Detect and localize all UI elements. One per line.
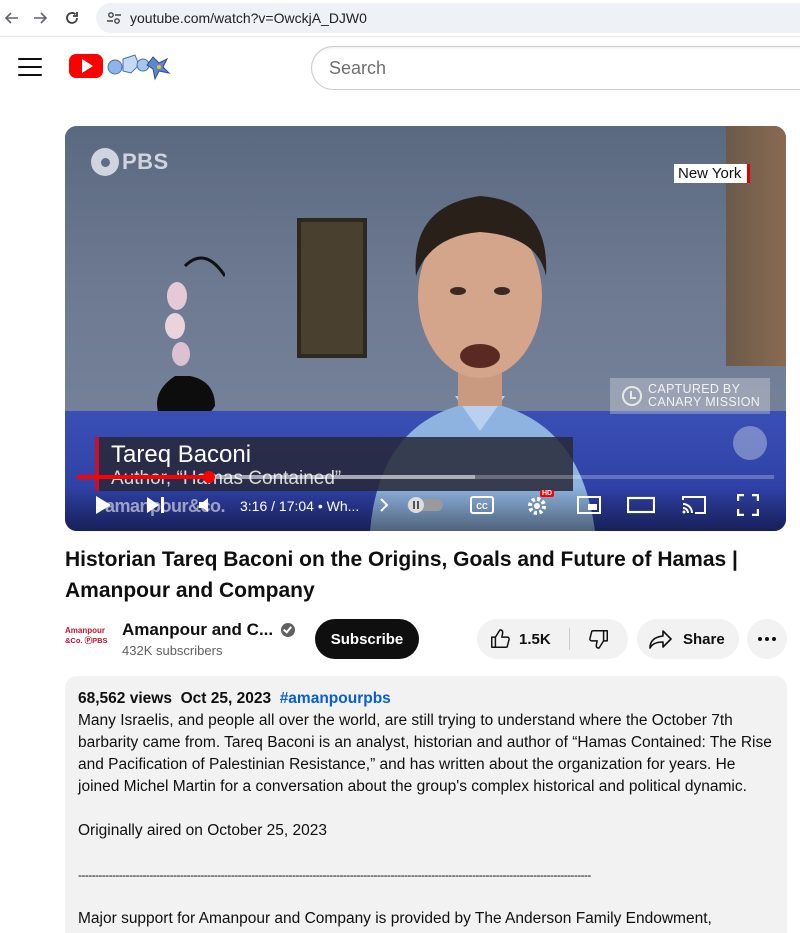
theater-mode-icon[interactable]	[626, 492, 656, 518]
channel-name[interactable]: Amanpour and C...	[122, 620, 296, 640]
share-button[interactable]: Share	[637, 619, 739, 659]
youtube-logo[interactable]	[69, 54, 103, 78]
pbs-logo: PBS	[91, 148, 169, 176]
description-box[interactable]: 68,562 views Oct 25, 2023 #amanpourpbs M…	[65, 676, 787, 933]
subscriber-count: 432K subscribers	[122, 643, 223, 658]
svg-text:CC: CC	[476, 502, 488, 511]
reload-icon[interactable]	[60, 6, 84, 30]
browser-toolbar: youtube.com/watch?v=OwckjA_DJW0	[0, 0, 800, 37]
back-icon[interactable]	[0, 6, 24, 30]
capture-badge: CAPTURED BY CANARY MISSION	[610, 378, 770, 414]
description-divider: ----------------------------------------…	[78, 868, 591, 882]
player-controls: amanpour&co. 3:16 / 17:04 • Wh... CC HD	[65, 486, 786, 531]
upload-date: Oct 25, 2023	[180, 690, 272, 707]
thumbs-down-icon	[589, 630, 608, 649]
video-background-art	[726, 126, 786, 366]
youtube-header: Search	[0, 37, 800, 99]
address-bar[interactable]: youtube.com/watch?v=OwckjA_DJW0	[96, 3, 800, 33]
subtitles-icon[interactable]: CC	[469, 492, 495, 518]
clock-icon	[622, 386, 642, 406]
video-player[interactable]: PBS New York CAPTURED BY CANARY MISSION …	[65, 126, 786, 531]
dislike-button[interactable]	[570, 619, 628, 659]
subscribe-button[interactable]: Subscribe	[315, 619, 419, 659]
url-text: youtube.com/watch?v=OwckjA_DJW0	[130, 10, 367, 26]
doodle-icon[interactable]	[105, 51, 173, 81]
more-actions-button[interactable]	[747, 619, 787, 659]
lower-third-caption: Tareq Baconi Author, “Hamas Contained”	[95, 437, 573, 491]
next-icon[interactable]	[144, 492, 168, 518]
location-tag: New York	[674, 164, 751, 183]
settings-icon[interactable]: HD	[523, 490, 555, 518]
hd-badge: HD	[540, 490, 555, 497]
speaker-name: Tareq Baconi	[111, 441, 252, 468]
play-icon[interactable]	[91, 492, 115, 518]
verified-icon	[281, 623, 296, 637]
chapter-title[interactable]: • Wh...	[318, 498, 359, 514]
channel-avatar[interactable]: Amanpour &Co. ⓅPBS	[65, 626, 109, 648]
pbs-watermark-icon	[733, 426, 767, 460]
chapter-chevron-icon[interactable]	[375, 492, 393, 518]
site-info-icon[interactable]	[106, 10, 122, 26]
thumbs-up-icon	[491, 629, 510, 648]
aired-date: Originally aired on October 25, 2023	[78, 822, 328, 839]
cast-icon[interactable]	[679, 492, 709, 518]
hashtag-link[interactable]: #amanpourpbs	[280, 690, 391, 707]
menu-icon[interactable]	[18, 58, 42, 78]
video-title: Historian Tareq Baconi on the Origins, G…	[65, 548, 738, 602]
progress-bar[interactable]	[77, 471, 774, 483]
search-input[interactable]: Search	[311, 46, 800, 90]
like-dislike-group: 1.5K	[477, 619, 628, 659]
view-count: 68,562 views	[78, 690, 172, 707]
support-text: Major support for Amanpour and Company i…	[78, 910, 712, 933]
volume-icon[interactable]	[195, 492, 219, 518]
time-display: 3:16 / 17:04 • Wh...	[240, 498, 360, 514]
fullscreen-icon[interactable]	[735, 492, 761, 518]
share-icon	[649, 630, 672, 649]
description-paragraph: Many Israelis, and people all over the w…	[78, 712, 772, 795]
description-meta: 68,562 views Oct 25, 2023 #amanpourpbs	[78, 688, 774, 710]
search-placeholder: Search	[329, 57, 387, 78]
autoplay-toggle[interactable]	[406, 492, 444, 518]
forward-icon[interactable]	[28, 6, 52, 30]
like-count: 1.5K	[519, 630, 551, 648]
like-button[interactable]: 1.5K	[477, 619, 569, 659]
miniplayer-icon[interactable]	[575, 492, 603, 518]
